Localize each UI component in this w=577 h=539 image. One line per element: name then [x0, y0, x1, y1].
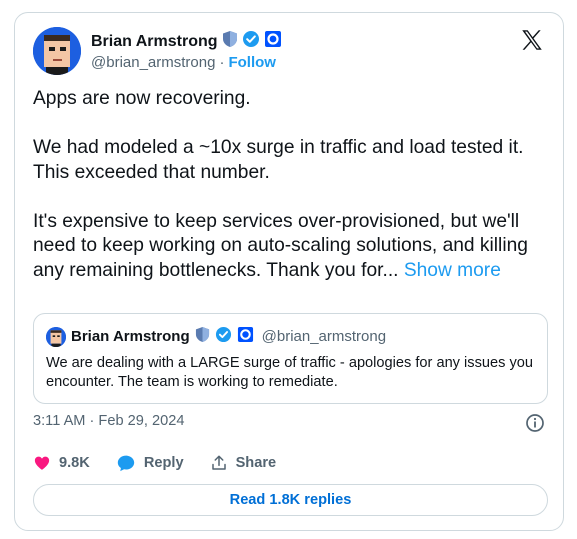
author-name-row: Brian Armstrong: [91, 30, 282, 53]
show-more-link[interactable]: Show more: [404, 260, 501, 281]
coinbase-badge-icon: [264, 30, 282, 53]
follow-button[interactable]: Follow: [228, 54, 276, 71]
info-icon[interactable]: [525, 413, 545, 433]
verified-check-icon: [242, 30, 260, 53]
quoted-author-name: Brian Armstrong: [71, 328, 190, 345]
reply-icon: [116, 454, 136, 472]
x-logo-icon[interactable]: [519, 27, 545, 53]
separator: ·: [219, 54, 225, 71]
read-replies-button[interactable]: Read 1.8K replies: [33, 484, 548, 516]
heart-icon: [33, 454, 51, 472]
quoted-avatar: [46, 326, 66, 347]
tweet-paragraph: It's expensive to keep services over-pro…: [33, 210, 553, 284]
verified-check-icon: [215, 326, 232, 347]
government-shield-icon: [195, 326, 210, 347]
quoted-tweet-text: We are dealing with a LARGE surge of tra…: [46, 355, 533, 390]
tweet-timestamp[interactable]: 3:11 AM · Feb 29, 2024: [33, 413, 184, 429]
share-icon: [210, 454, 228, 472]
like-count: 9.8K: [59, 455, 90, 471]
tweet-header: Brian Armstrong @brian_armstrong · Follo…: [33, 27, 545, 77]
government-shield-icon: [222, 30, 238, 53]
tweet-paragraph: Apps are now recovering.: [33, 88, 251, 109]
quoted-tweet[interactable]: Brian Armstrong @brian_armstrong We are …: [33, 313, 548, 404]
tweet-actions: 9.8K Reply Share: [33, 454, 302, 472]
author-handle-row: @brian_armstrong · Follow: [91, 54, 276, 71]
avatar[interactable]: [33, 27, 81, 75]
tweet-text: Apps are now recovering. We had modeled …: [33, 87, 553, 283]
share-label: Share: [235, 455, 277, 471]
author-handle[interactable]: @brian_armstrong: [91, 54, 215, 71]
quoted-tweet-header: Brian Armstrong @brian_armstrong: [46, 326, 386, 347]
coinbase-badge-icon: [237, 326, 254, 347]
like-button[interactable]: 9.8K: [33, 454, 90, 472]
share-button[interactable]: Share: [210, 454, 277, 472]
author-name[interactable]: Brian Armstrong: [91, 33, 218, 51]
tweet-paragraph: We had modeled a ~10x surge in traffic a…: [33, 137, 524, 183]
quoted-author-handle: @brian_armstrong: [261, 328, 387, 345]
reply-label: Reply: [143, 455, 184, 471]
tweet-embed-card: Brian Armstrong @brian_armstrong · Follo…: [14, 12, 564, 531]
reply-button[interactable]: Reply: [116, 454, 184, 472]
